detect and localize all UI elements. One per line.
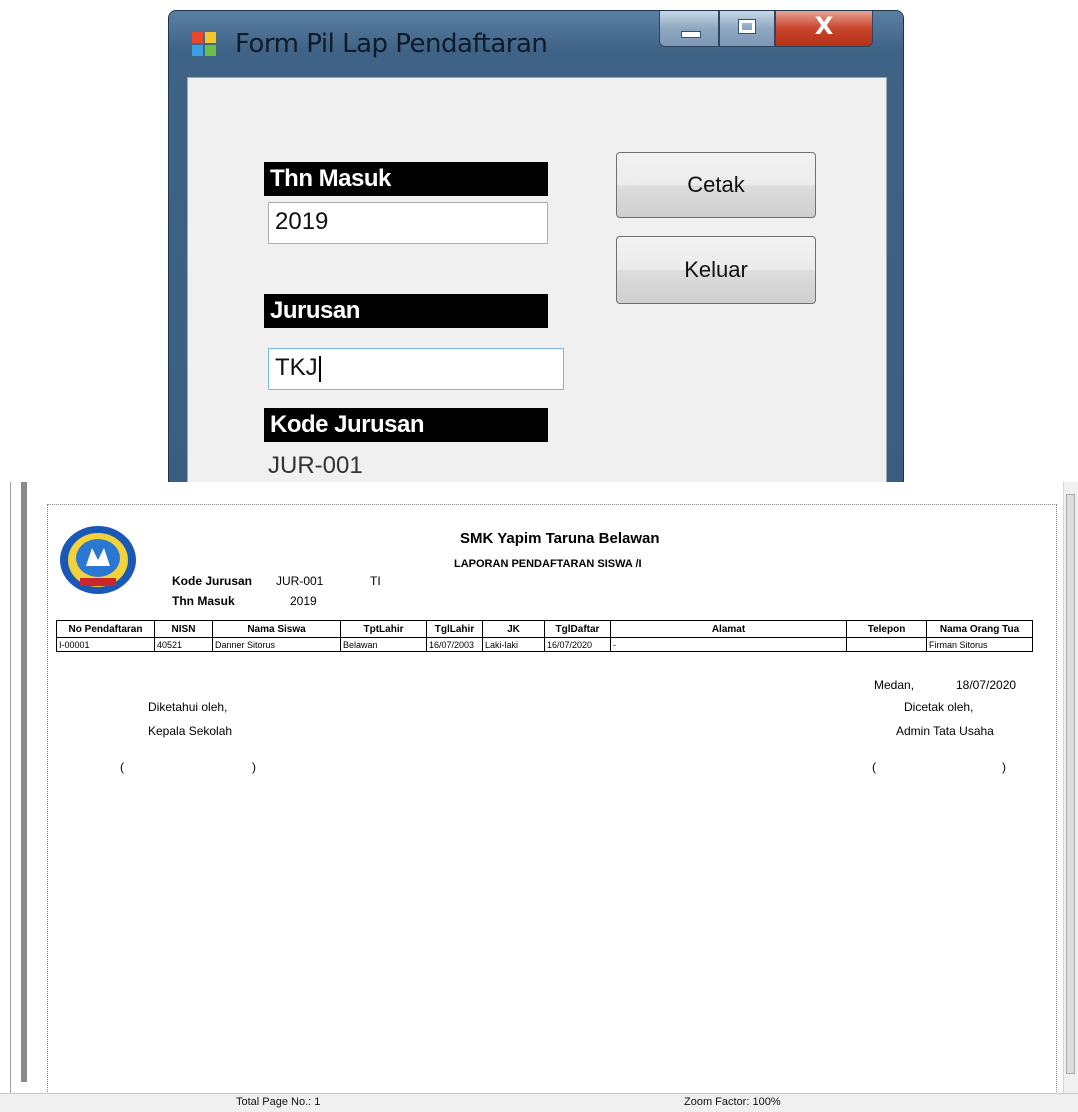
close-button[interactable]: X [775,11,873,47]
table-cell: I-00001 [56,637,155,652]
medan-label: Medan, [874,678,915,692]
report-jurusan-short: TI [370,574,381,588]
report-kode-jurusan-value: JUR-001 [276,574,324,588]
kode-jurusan-label: Kode Jurusan [264,408,548,442]
column-header: Telepon [846,620,927,638]
school-logo-icon [60,526,136,594]
signature-open-paren-right: ( [872,760,876,774]
keluar-button[interactable]: Keluar [616,236,816,304]
table-cell [846,637,927,652]
table-cell: Belawan [340,637,427,652]
form-client-area: Thn Masuk 2019 Jurusan TKJ Kode Jurusan … [187,77,887,489]
diketahui-label: Diketahui oleh, [148,700,228,714]
admin-label: Admin Tata Usaha [896,724,994,738]
column-header: No Pendaftaran [56,620,155,638]
minimize-icon [681,31,701,38]
report-kode-jurusan-label: Kode Jurusan [172,574,253,588]
table-cell: 16/07/2020 [544,637,611,652]
title-bar[interactable]: Form Pil Lap Pendaftaran X [169,11,903,77]
report-table: No Pendaftaran NISN Nama Siswa TptLahir … [56,620,1033,652]
vertical-scrollbar[interactable] [1063,482,1078,1094]
close-icon: X [814,12,834,40]
column-header: TptLahir [340,620,427,638]
column-header: JK [482,620,545,638]
table-cell: 16/07/2003 [426,637,483,652]
report-thn-masuk-value: 2019 [290,594,317,608]
column-header: TglLahir [426,620,483,638]
form-window: Form Pil Lap Pendaftaran X Thn Masuk 201… [168,10,904,489]
window-title: Form Pil Lap Pendaftaran [235,29,548,59]
dicetak-label: Dicetak oleh, [904,700,974,714]
kode-jurusan-value: JUR-001 [268,452,363,479]
column-header: Alamat [610,620,847,638]
report-school-name: SMK Yapim Taruna Belawan [460,530,660,547]
thn-masuk-input[interactable]: 2019 [268,202,548,244]
maximize-icon [739,20,755,33]
table-header-row: No Pendaftaran NISN Nama Siswa TptLahir … [56,620,1033,638]
report-page [47,504,1057,1094]
maximize-button[interactable] [719,11,775,47]
status-bar: Total Page No.: 1 Zoom Factor: 100% [0,1093,1078,1112]
jurusan-input-value: TKJ [275,354,318,381]
total-pages-label: Total Page No.: 1 [236,1096,321,1108]
table-cell: - [610,637,847,652]
table-cell: Danner Sitorus [212,637,341,652]
cetak-button[interactable]: Cetak [616,152,816,218]
report-viewer[interactable] [10,482,1078,1111]
report-thn-masuk-label: Thn Masuk [172,594,235,608]
thn-masuk-label: Thn Masuk [264,162,548,196]
column-header: TglDaftar [544,620,611,638]
text-caret [318,355,321,382]
jurusan-input[interactable]: TKJ [268,348,564,390]
table-cell: Firman Sitorus [926,637,1033,652]
table-cell: 40521 [154,637,213,652]
report-title: LAPORAN PENDAFTARAN SISWA /I [454,558,642,570]
jurusan-label: Jurusan [264,294,548,328]
zoom-factor-label: Zoom Factor: 100% [684,1096,781,1108]
signature-open-paren-left: ( [120,760,124,774]
column-header: Nama Orang Tua [926,620,1033,638]
minimize-button[interactable] [659,11,719,47]
app-icon [192,32,216,56]
signature-close-paren-left: ) [252,760,256,774]
column-header: Nama Siswa [212,620,341,638]
signature-close-paren-right: ) [1002,760,1006,774]
report-date: 18/07/2020 [956,678,1017,692]
column-header: NISN [154,620,213,638]
kepala-sekolah-label: Kepala Sekolah [148,724,233,738]
page-gutter [21,482,27,1082]
table-cell: Laki-laki [482,637,545,652]
table-row: I-00001 40521 Danner Sitorus Belawan 16/… [56,637,1033,652]
vertical-scroll-thumb[interactable] [1066,494,1075,1074]
